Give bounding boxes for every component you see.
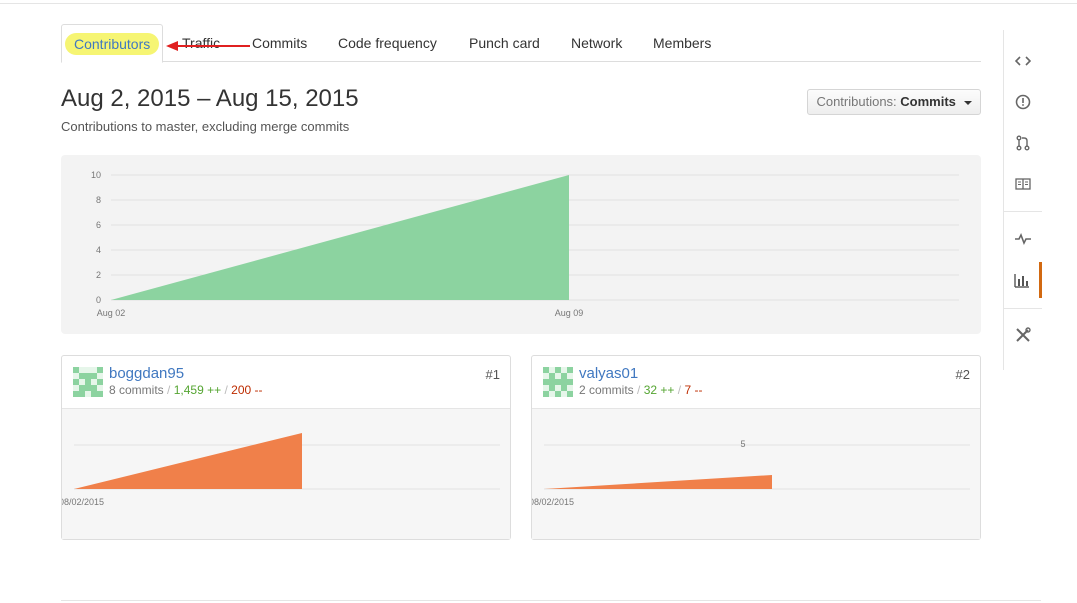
commit-count: 8 commits xyxy=(109,383,164,397)
contributor-area xyxy=(544,475,772,489)
additions-count: 32 ++ xyxy=(643,383,675,397)
sidebar-divider xyxy=(1004,308,1042,309)
top-divider xyxy=(0,3,1077,4)
settings-icon xyxy=(1016,327,1031,342)
x-tick-label: 08/02/2015 xyxy=(62,497,104,507)
commit-count: 2 commits xyxy=(579,383,634,397)
additions-count: 1,459 ++ xyxy=(173,383,222,397)
contributions-select-button[interactable]: Contributions: Commits xyxy=(807,89,981,115)
stat-separator: / xyxy=(167,383,171,397)
y-tick-label: 0 xyxy=(96,295,101,305)
contributor-area xyxy=(74,433,302,489)
page-subtitle: Contributions to master, excluding merge… xyxy=(61,119,350,134)
tab-punch-card[interactable]: Punch card xyxy=(469,24,540,61)
main-chart-svg: 0 2 4 6 8 10 Aug 02 Aug 09 xyxy=(91,170,959,318)
x-tick-label: 08/02/2015 xyxy=(532,497,574,507)
contributor-chart-svg: 08/02/2015 xyxy=(59,433,500,507)
contributor-chart: 08/02/2015 xyxy=(59,409,510,539)
select-value: Commits xyxy=(900,94,956,109)
sidebar-item-issues[interactable] xyxy=(1004,84,1042,120)
deletions-count: 7 -- xyxy=(684,383,703,397)
contributor-card-header: valyas01 2 commits / 32 ++ / 7 -- #2 xyxy=(532,356,980,409)
sidebar-item-graphs[interactable] xyxy=(1004,262,1042,298)
pull-request-icon xyxy=(1016,135,1030,151)
code-icon xyxy=(1015,56,1031,66)
annotation-arrow xyxy=(166,41,250,51)
contributor-name-link[interactable]: boggdan95 xyxy=(109,365,184,382)
select-prefix: Contributions: xyxy=(816,94,897,109)
tab-contributors[interactable]: Contributors xyxy=(61,24,164,63)
graph-icon xyxy=(1013,274,1029,288)
y-tick-label: 2 xyxy=(96,270,101,280)
issue-icon xyxy=(1015,94,1031,110)
y-tick-label: 8 xyxy=(96,195,101,205)
wiki-icon xyxy=(1015,178,1031,190)
stat-separator: / xyxy=(224,383,228,397)
page-title: Aug 2, 2015 – Aug 15, 2015 xyxy=(61,85,359,112)
tab-label: Punch card xyxy=(469,35,540,51)
sidebar-item-pulse[interactable] xyxy=(1004,221,1042,257)
deletions-count: 200 -- xyxy=(231,383,263,397)
sidebar-item-code[interactable] xyxy=(1004,43,1042,79)
contributor-stats: 2 commits / 32 ++ / 7 -- xyxy=(579,383,702,397)
commits-area xyxy=(111,175,569,300)
avatar[interactable] xyxy=(543,367,573,397)
contributor-name-link[interactable]: valyas01 xyxy=(579,365,638,382)
x-tick-label: Aug 09 xyxy=(555,308,584,318)
tab-label: Network xyxy=(571,35,623,51)
bottom-divider xyxy=(61,600,1041,601)
y-tick-label: 4 xyxy=(96,245,101,255)
y-tick-label: 6 xyxy=(96,220,101,230)
sidebar-item-pull-requests[interactable] xyxy=(1004,125,1042,161)
avatar[interactable] xyxy=(73,367,103,397)
tab-commits[interactable]: Commits xyxy=(252,24,307,61)
contributor-stats: 8 commits / 1,459 ++ / 200 -- xyxy=(109,383,263,397)
contributor-card-header: boggdan95 8 commits / 1,459 ++ / 200 -- … xyxy=(62,356,510,409)
tab-label: Members xyxy=(653,35,712,51)
sidebar-item-wiki[interactable] xyxy=(1004,166,1042,202)
pulse-icon xyxy=(1015,233,1031,245)
sidebar-item-settings[interactable] xyxy=(1004,317,1042,353)
y-tick-label: 5 xyxy=(740,439,745,449)
contributor-card: valyas01 2 commits / 32 ++ / 7 -- #2 5 08… xyxy=(529,355,981,540)
tab-members[interactable]: Members xyxy=(653,24,711,61)
x-tick-label: Aug 02 xyxy=(97,308,126,318)
contributor-card: boggdan95 8 commits / 1,459 ++ / 200 -- … xyxy=(59,355,511,540)
contributor-chart-svg: 5 08/02/2015 xyxy=(529,439,970,507)
repo-sidebar-nav xyxy=(1003,30,1042,370)
tab-network[interactable]: Network xyxy=(571,24,622,61)
tab-label: Contributors xyxy=(74,36,151,52)
contributor-chart: 5 08/02/2015 xyxy=(529,409,980,539)
sidebar-divider xyxy=(1004,211,1042,212)
tab-code-frequency[interactable]: Code frequency xyxy=(338,24,437,61)
stat-separator: / xyxy=(637,383,641,397)
tab-label: Code frequency xyxy=(338,35,437,51)
tab-label: Commits xyxy=(252,35,308,51)
contributor-rank: #1 xyxy=(485,367,500,382)
y-tick-label: 10 xyxy=(91,170,101,180)
main-contributions-chart: 0 2 4 6 8 10 Aug 02 Aug 09 xyxy=(61,155,981,334)
contributor-rank: #2 xyxy=(955,367,970,382)
stat-separator: / xyxy=(677,383,682,397)
caret-down-icon xyxy=(963,100,972,105)
